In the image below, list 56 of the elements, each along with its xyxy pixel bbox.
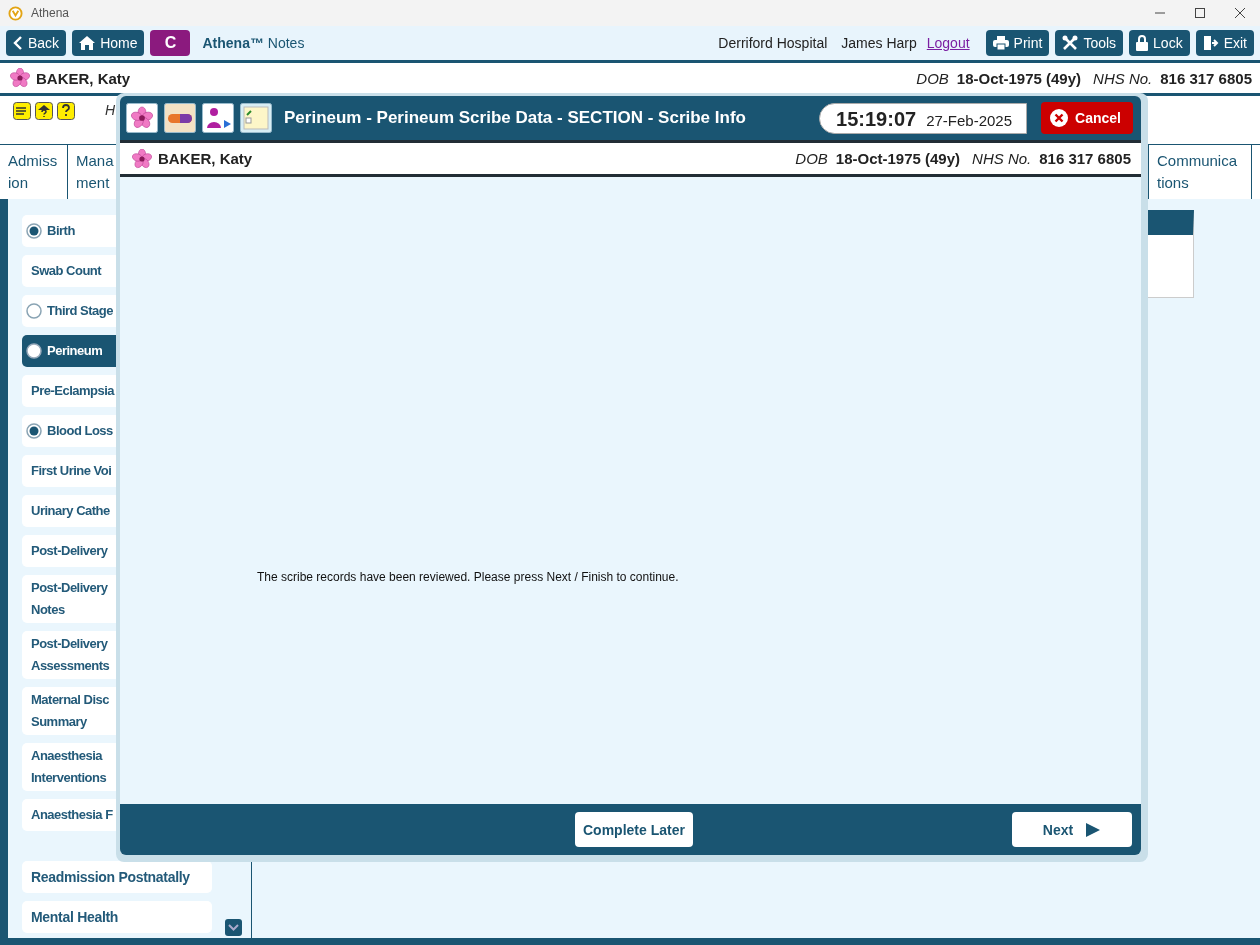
chevron-left-icon [13,36,23,50]
lock-button[interactable]: Lock [1129,30,1190,56]
dialog-title: Perineum - Perineum Scribe Data - SECTION - Scribe Info [284,108,747,128]
status-message: The scribe records have been reviewed. Please press Next / Finish to continue. [257,570,679,584]
nhs-label: NHS No. [1093,69,1153,87]
patient-name: BAKER, Katy [158,150,253,167]
nhs-label: NHS No. [972,150,1032,167]
app-suffix: Notes [267,35,305,51]
scroll-down-icon[interactable] [225,919,242,936]
radio-button[interactable] [26,343,42,359]
lock-icon [1136,35,1149,51]
patient-name: BAKER, Katy [36,69,131,87]
maximize-icon[interactable] [1194,7,1206,19]
logout-link[interactable]: Logout [926,35,970,51]
app-logo-icon [8,5,23,21]
question-icon[interactable] [57,102,75,120]
time-text: 15:19:07 [836,107,917,131]
printer-icon [992,36,1009,50]
print-button[interactable]: Print [985,30,1050,56]
window-title: Athena [31,6,70,20]
complete-later-button[interactable]: Complete Later [575,812,693,847]
notepad-icon[interactable] [240,103,272,133]
exit-icon [1202,35,1219,51]
back-button[interactable]: Back [6,30,67,56]
play-arrow-icon [1085,821,1102,838]
radio-button[interactable] [26,303,42,319]
close-icon [1049,108,1070,128]
dob-value: 18-Oct-1975 (49y) [835,150,961,167]
app-badge-button[interactable]: C [150,30,191,56]
header-text: H [105,102,116,118]
date-text: 27-Feb-2025 [926,111,1013,129]
cancel-button[interactable]: Cancel [1041,102,1133,134]
tools-icon [1062,35,1079,51]
dob-value: 18-Oct-1975 (49y) [956,69,1082,87]
flower-icon [132,148,152,169]
hospital-name: Derriford Hospital [718,35,828,51]
medication-pill-icon[interactable] [164,103,196,133]
close-icon[interactable] [1234,7,1246,19]
sidebar-item[interactable]: Readmission Postnatally [22,861,212,893]
radio-button[interactable] [26,223,42,239]
dob-label: DOB [916,69,949,87]
app-name: Athena™ [202,35,264,51]
sidebar-item[interactable]: Mental Health [22,901,212,933]
nhs-number: 816 317 6805 [1039,150,1131,167]
section-tab[interactable]: Mana ment [68,145,116,199]
next-button[interactable]: Next [1012,812,1132,847]
user-name: James Harp [841,35,917,51]
flower-icon [10,68,30,88]
home-icon [79,36,96,50]
exit-button[interactable]: Exit [1195,30,1254,56]
radio-button[interactable] [26,423,42,439]
flower-icon[interactable] [126,103,158,133]
nhs-number: 816 317 6805 [1160,69,1252,87]
home-button[interactable]: Home [72,30,145,56]
dob-label: DOB [795,150,828,167]
tools-button[interactable]: Tools [1055,30,1124,56]
